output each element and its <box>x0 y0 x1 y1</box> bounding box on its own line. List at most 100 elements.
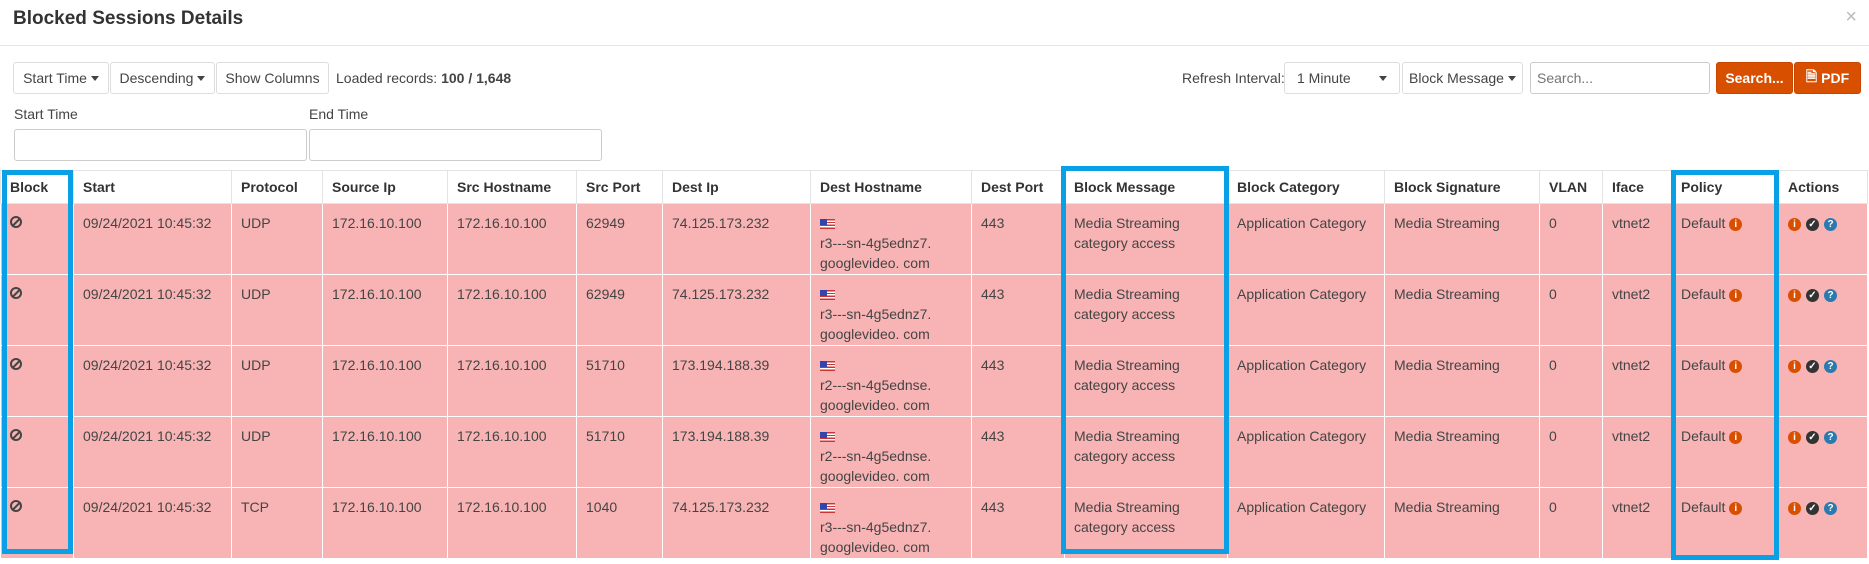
help-icon[interactable]: ? <box>1824 360 1837 373</box>
cell-dest_host: r2---sn-4g5ednse. googlevideo. com <box>811 417 972 488</box>
sort-field-dropdown[interactable]: Start Time <box>13 62 109 94</box>
refresh-interval-select[interactable]: 1 Minute <box>1284 62 1400 94</box>
info-icon[interactable]: i <box>1729 360 1742 373</box>
column-header[interactable]: VLAN <box>1540 171 1603 204</box>
table-row[interactable]: 09/24/2021 10:45:32UDP172.16.10.100172.1… <box>1 204 1868 275</box>
check-icon[interactable]: ✓ <box>1806 360 1819 373</box>
column-header[interactable]: Actions <box>1779 171 1868 204</box>
search-input[interactable] <box>1530 62 1710 94</box>
cell-dest_ip: 173.194.188.39 <box>663 417 811 488</box>
policy-name: Default <box>1681 499 1725 515</box>
cell-policy: Default i <box>1672 204 1779 275</box>
info-icon[interactable]: i <box>1788 289 1801 302</box>
check-icon[interactable]: ✓ <box>1806 502 1819 515</box>
table-row[interactable]: 09/24/2021 10:45:32UDP172.16.10.100172.1… <box>1 275 1868 346</box>
cell-policy: Default i <box>1672 488 1779 559</box>
us-flag-icon <box>820 432 835 442</box>
cell-category: Application Category <box>1228 417 1385 488</box>
cell-dest_host: r3---sn-4g5ednz7. googlevideo. com <box>811 275 972 346</box>
dest-hostname: r2---sn-4g5ednse. googlevideo. com <box>820 448 931 484</box>
cell-dest_port: 443 <box>972 204 1065 275</box>
help-icon[interactable]: ? <box>1824 502 1837 515</box>
start-time-label: Start Time <box>14 106 78 122</box>
help-icon[interactable]: ? <box>1824 431 1837 444</box>
cell-vlan: 0 <box>1540 204 1603 275</box>
info-icon[interactable]: i <box>1788 360 1801 373</box>
close-icon[interactable]: × <box>1845 6 1857 29</box>
info-icon[interactable]: i <box>1788 218 1801 231</box>
check-icon[interactable]: ✓ <box>1806 431 1819 444</box>
column-header[interactable]: Iface <box>1603 171 1672 204</box>
check-icon[interactable]: ✓ <box>1806 289 1819 302</box>
cell-message: Media Streaming category access <box>1065 346 1228 417</box>
block-icon <box>10 216 22 228</box>
help-icon[interactable]: ? <box>1824 289 1837 302</box>
pdf-label: PDF <box>1821 70 1849 86</box>
cell-message: Media Streaming category access <box>1065 488 1228 559</box>
cell-src_ip: 172.16.10.100 <box>323 346 448 417</box>
cell-dest_port: 443 <box>972 417 1065 488</box>
block-cell <box>1 275 74 346</box>
refresh-interval-label: Refresh Interval: <box>1182 70 1285 86</box>
cell-dest_host: r2---sn-4g5ednse. googlevideo. com <box>811 346 972 417</box>
us-flag-icon <box>820 503 835 513</box>
column-header[interactable]: Block Message <box>1065 171 1228 204</box>
cell-category: Application Category <box>1228 204 1385 275</box>
cell-src_port: 1040 <box>577 488 663 559</box>
info-icon[interactable]: i <box>1729 289 1742 302</box>
column-header[interactable]: Start <box>74 171 232 204</box>
info-icon[interactable]: i <box>1729 218 1742 231</box>
dest-hostname: r3---sn-4g5ednz7. googlevideo. com <box>820 519 931 555</box>
column-header[interactable]: Src Hostname <box>448 171 577 204</box>
help-icon[interactable]: ? <box>1824 218 1837 231</box>
column-header[interactable]: Protocol <box>232 171 323 204</box>
column-header[interactable]: Source Ip <box>323 171 448 204</box>
pdf-icon: 🗎 <box>1806 66 1817 90</box>
check-icon[interactable]: ✓ <box>1806 218 1819 231</box>
column-header[interactable]: Block <box>1 171 74 204</box>
column-header[interactable]: Dest Ip <box>663 171 811 204</box>
show-columns-button[interactable]: Show Columns <box>216 62 329 94</box>
cell-category: Application Category <box>1228 488 1385 559</box>
table-row[interactable]: 09/24/2021 10:45:32UDP172.16.10.100172.1… <box>1 417 1868 488</box>
cell-policy: Default i <box>1672 275 1779 346</box>
block-icon <box>10 500 22 512</box>
column-header[interactable]: Dest Port <box>972 171 1065 204</box>
column-header[interactable]: Block Signature <box>1385 171 1540 204</box>
search-button[interactable]: Search... <box>1716 62 1793 94</box>
info-icon[interactable]: i <box>1729 431 1742 444</box>
caret-down-icon <box>91 76 99 81</box>
info-icon[interactable]: i <box>1729 502 1742 515</box>
cell-signature: Media Streaming <box>1385 346 1540 417</box>
cell-dest_ip: 74.125.173.232 <box>663 488 811 559</box>
end-time-input[interactable] <box>309 129 602 161</box>
block-cell <box>1 417 74 488</box>
filter-field-dropdown[interactable]: Block Message <box>1402 62 1523 94</box>
column-header[interactable]: Policy <box>1672 171 1779 204</box>
info-icon[interactable]: i <box>1788 502 1801 515</box>
sort-order-dropdown[interactable]: Descending <box>110 62 215 94</box>
cell-dest_ip: 173.194.188.39 <box>663 346 811 417</box>
info-icon[interactable]: i <box>1788 431 1801 444</box>
column-header[interactable]: Src Port <box>577 171 663 204</box>
table-row[interactable]: 09/24/2021 10:45:32TCP172.16.10.100172.1… <box>1 488 1868 559</box>
cell-policy: Default i <box>1672 417 1779 488</box>
filter-field-label: Block Message <box>1409 70 1504 86</box>
cell-message: Media Streaming category access <box>1065 204 1228 275</box>
cell-iface: vtnet2 <box>1603 417 1672 488</box>
cell-dest_ip: 74.125.173.232 <box>663 275 811 346</box>
dest-hostname: r3---sn-4g5ednz7. googlevideo. com <box>820 306 931 342</box>
table-row[interactable]: 09/24/2021 10:45:32UDP172.16.10.100172.1… <box>1 346 1868 417</box>
block-icon <box>10 429 22 441</box>
column-header[interactable]: Block Category <box>1228 171 1385 204</box>
actions-cell: i ✓? <box>1779 204 1868 275</box>
cell-src_port: 62949 <box>577 275 663 346</box>
start-time-input[interactable] <box>14 129 307 161</box>
caret-down-icon <box>1508 76 1516 81</box>
cell-vlan: 0 <box>1540 488 1603 559</box>
pdf-button[interactable]: 🗎PDF <box>1794 62 1861 94</box>
column-header[interactable]: Dest Hostname <box>811 171 972 204</box>
cell-src_host: 172.16.10.100 <box>448 275 577 346</box>
cell-start: 09/24/2021 10:45:32 <box>74 275 232 346</box>
cell-vlan: 0 <box>1540 346 1603 417</box>
